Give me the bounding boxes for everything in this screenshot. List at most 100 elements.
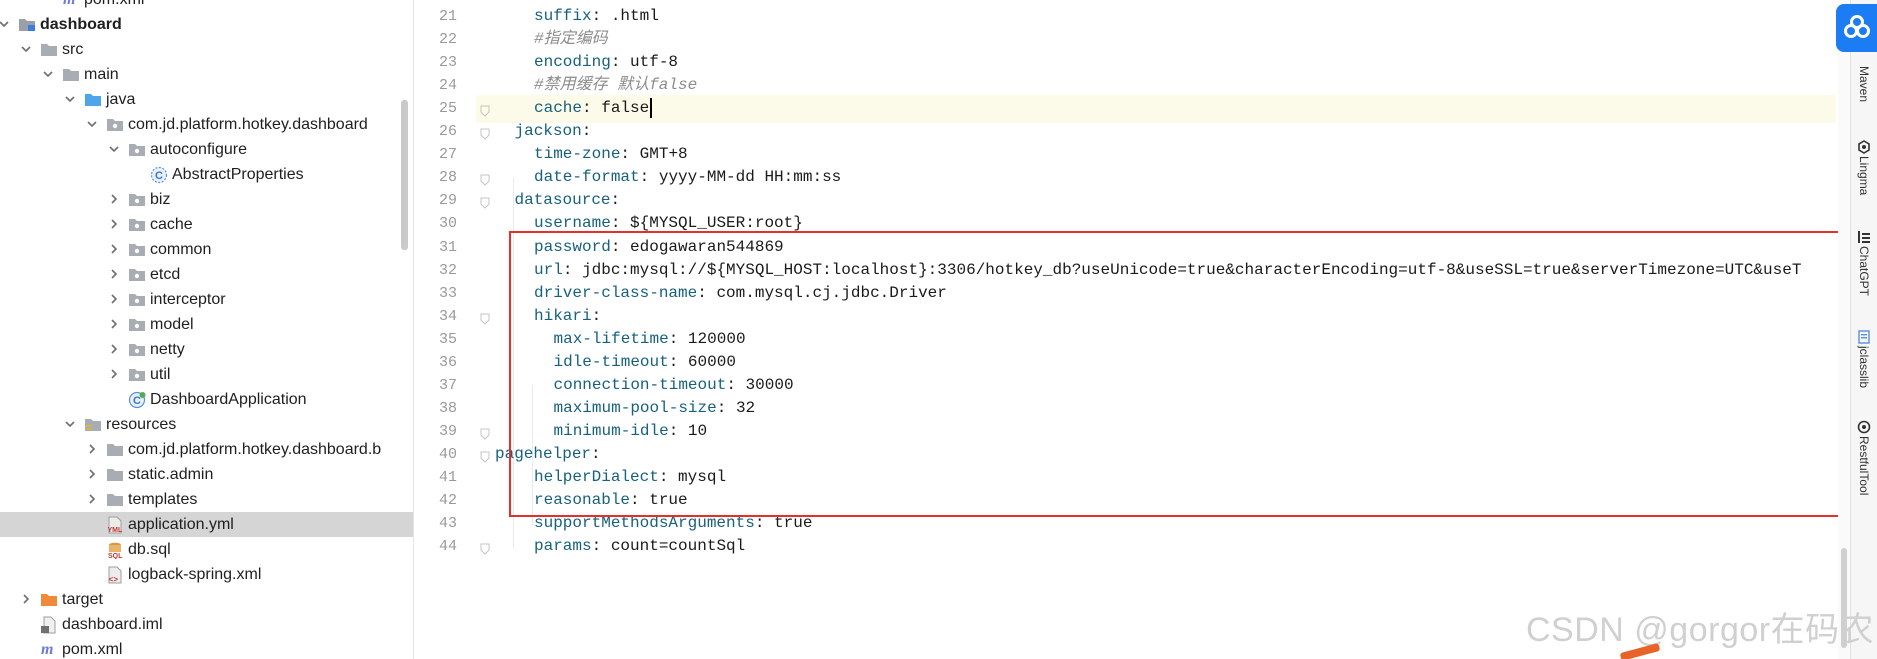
- folder-icon: [40, 41, 58, 58]
- tree-item[interactable]: common: [0, 237, 413, 262]
- tool-window-lingma[interactable]: Lingma: [1852, 140, 1876, 195]
- abstract-class-icon: C: [150, 166, 168, 184]
- module-folder-icon: [18, 16, 36, 33]
- yaml-key: suffix: [534, 7, 592, 25]
- tree-item[interactable]: com.jd.platform.hotkey.dashboard.b: [0, 437, 413, 462]
- tree-item[interactable]: autoconfigure: [0, 137, 413, 162]
- tree-item-label: netty: [150, 341, 185, 358]
- tree-item-label: util: [150, 366, 171, 383]
- tree-item[interactable]: <> logback-spring.xml: [0, 562, 413, 587]
- chevron-down-icon[interactable]: [64, 417, 76, 431]
- yaml-colon: :: [591, 7, 602, 25]
- tree-item-label: dashboard.iml: [62, 616, 163, 633]
- fold-marker-icon[interactable]: [479, 542, 491, 555]
- chevron-right-icon[interactable]: [108, 192, 120, 206]
- cloud-sync-badge[interactable]: [1836, 4, 1877, 52]
- tree-item[interactable]: etcd: [0, 262, 413, 287]
- fold-marker-icon[interactable]: [479, 127, 491, 140]
- yaml-colon: :: [639, 168, 650, 187]
- chevron-right-icon[interactable]: [20, 592, 32, 606]
- tree-item[interactable]: interceptor: [0, 287, 413, 312]
- sql-file-icon: SQL: [106, 541, 124, 560]
- chatgpt-icon: [1857, 230, 1871, 244]
- tool-window-jclasslib[interactable]: jclasslib: [1852, 330, 1876, 388]
- folder-icon: [106, 441, 124, 458]
- yaml-key: date-format: [534, 168, 640, 187]
- source-folder-icon: [84, 91, 102, 108]
- tree-item[interactable]: biz: [0, 187, 413, 212]
- tree-item[interactable]: netty: [0, 337, 413, 362]
- tree-item[interactable]: src: [0, 37, 413, 62]
- tool-window-label: jclasslib: [1857, 346, 1871, 389]
- tree-item[interactable]: main: [0, 62, 413, 87]
- yaml-value: GMT+8: [630, 145, 688, 164]
- project-tree: m pom.xml dashboard srcmain java com.jd.platf…: [0, 0, 414, 659]
- fold-marker-icon[interactable]: [479, 196, 491, 210]
- tree-item[interactable]: cache: [0, 212, 413, 237]
- tree-item[interactable]: java: [0, 87, 413, 112]
- editor-scrollbar[interactable]: [1838, 0, 1850, 659]
- yaml-key: encoding: [534, 53, 611, 72]
- svg-text:m: m: [63, 0, 75, 7]
- chevron-right-icon[interactable]: [108, 317, 120, 331]
- yaml-colon: :: [582, 99, 592, 118]
- tree-item[interactable]: m pom.xml: [0, 0, 413, 12]
- chevron-right-icon[interactable]: [86, 442, 98, 456]
- svg-text:C: C: [133, 395, 141, 407]
- package-icon: [106, 116, 124, 133]
- tree-item[interactable]: model: [0, 312, 413, 337]
- fold-marker-icon[interactable]: [479, 173, 491, 187]
- chevron-right-icon[interactable]: [108, 217, 120, 231]
- tree-item[interactable]: util: [0, 362, 413, 387]
- tree-item[interactable]: SQL db.sql: [0, 537, 413, 562]
- lingma-icon: [1857, 140, 1871, 154]
- yaml-key: cache: [534, 99, 583, 118]
- chevron-down-icon[interactable]: [0, 17, 10, 31]
- chevron-down-icon[interactable]: [86, 117, 98, 131]
- tree-item[interactable]: C DashboardApplication: [0, 387, 413, 412]
- chevron-down-icon[interactable]: [64, 92, 76, 106]
- tree-item[interactable]: dashboard.iml: [0, 612, 413, 637]
- fold-marker-icon[interactable]: [479, 427, 491, 440]
- chevron-right-icon[interactable]: [86, 492, 98, 506]
- tree-item[interactable]: templates: [0, 487, 413, 512]
- tree-item[interactable]: resources: [0, 412, 413, 437]
- tree-item-label: resources: [106, 416, 177, 433]
- yaml-value: ${MYSQL_USER:root}: [620, 214, 803, 233]
- tree-item[interactable]: YML application.yml: [0, 512, 413, 537]
- fold-marker-icon[interactable]: [479, 450, 491, 463]
- chevron-down-icon[interactable]: [42, 67, 54, 81]
- tree-item[interactable]: static.admin: [0, 462, 413, 487]
- tree-item[interactable]: target: [0, 587, 413, 612]
- yaml-key: params: [534, 537, 592, 556]
- package-icon: [128, 366, 146, 383]
- fold-marker-icon[interactable]: [479, 312, 491, 325]
- yaml-value: .html: [601, 7, 659, 25]
- tool-window-restfultool[interactable]: RestfulTool: [1852, 420, 1876, 495]
- chevron-down-icon[interactable]: [108, 142, 120, 156]
- yml-file-icon: YML: [106, 516, 124, 534]
- chevron-right-icon[interactable]: [108, 267, 120, 281]
- tool-window-chatgpt[interactable]: ChatGPT: [1852, 230, 1876, 296]
- tree-item[interactable]: com.jd.platform.hotkey.dashboard: [0, 112, 413, 137]
- tree-item[interactable]: dashboard: [0, 12, 413, 37]
- tree-item-label: interceptor: [150, 291, 226, 308]
- folder-icon: [106, 466, 124, 483]
- chevron-right-icon[interactable]: [86, 467, 98, 481]
- chevron-down-icon[interactable]: [20, 42, 32, 56]
- folder-icon: [62, 66, 80, 83]
- chevron-right-icon[interactable]: [108, 242, 120, 256]
- tool-window-maven[interactable]: Maven: [1852, 64, 1876, 102]
- tree-scrollbar-thumb[interactable]: [401, 100, 408, 250]
- tree-item-label: db.sql: [128, 541, 171, 558]
- code-line[interactable]: params: count=countSql: [476, 533, 1836, 561]
- chevron-right-icon[interactable]: [108, 342, 120, 356]
- fold-marker-icon[interactable]: [479, 104, 491, 117]
- tree-item[interactable]: C AbstractProperties: [0, 162, 413, 187]
- package-icon: [128, 291, 146, 308]
- tree-item[interactable]: m pom.xml: [0, 637, 413, 659]
- chevron-right-icon[interactable]: [108, 367, 120, 381]
- chevron-right-icon[interactable]: [108, 292, 120, 306]
- tree-item-label: AbstractProperties: [172, 166, 304, 183]
- yaml-colon: :: [581, 122, 592, 141]
